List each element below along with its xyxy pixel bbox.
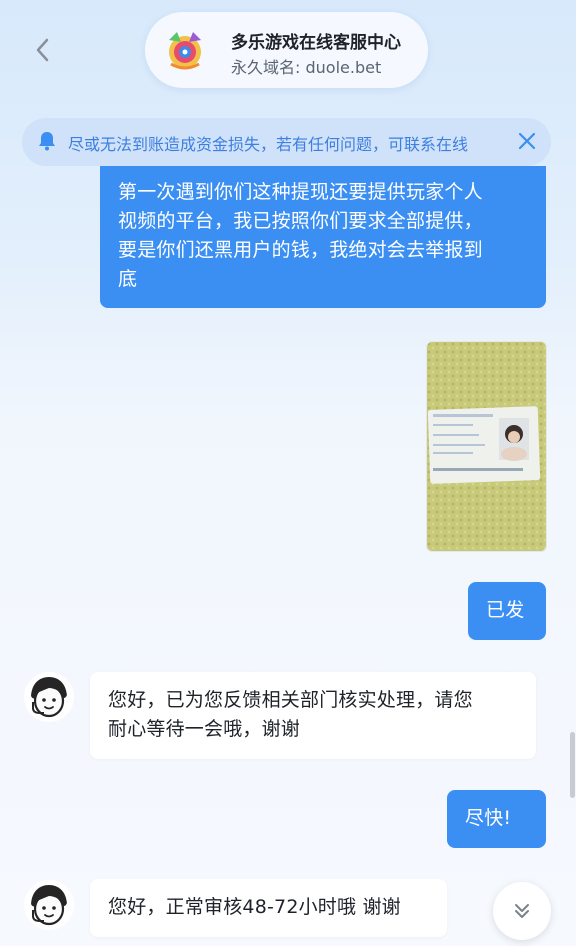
id-card-photo [427,342,546,551]
user-message: 尽快! [447,790,546,848]
user-message: 第一次遇到你们这种提现还要提供玩家个人 视频的平台，我已按照你们要求全部提供， … [100,166,546,308]
notice-banner: 尽或无法到账造成资金损失，若有任何问题，可联系在线 [22,118,551,166]
message-line: 耐心等待一会哦，谢谢 [108,718,301,740]
user-image-message[interactable] [426,341,547,552]
bell-icon [39,132,55,151]
message-line: 已发 [486,599,525,621]
agent-avatar-icon [24,672,74,722]
service-title: 多乐游戏在线客服中心 [231,33,401,53]
message-line: 您好，正常审核48-72小时哦 谢谢 [108,896,401,918]
message-line: 视频的平台，我已按照你们要求全部提供， [118,210,483,232]
message-line: 您好，已为您反馈相关部门核实处理，请您 [108,689,473,711]
back-button[interactable] [30,36,58,64]
close-icon[interactable] [517,131,537,151]
message-line: 要是你们还黑用户的钱，我绝对会去举报到 [118,239,483,261]
message-line: 第一次遇到你们这种提现还要提供玩家个人 [118,181,483,203]
scrollbar-thumb[interactable] [570,732,575,798]
agent-message: 您好，正常审核48-72小时哦 谢谢 [90,879,447,937]
chevron-double-down-icon [515,904,529,918]
user-message: 已发 [468,582,546,640]
agent-avatar-icon [24,880,74,930]
app-logo-icon [169,32,201,70]
agent-message: 您好，已为您反馈相关部门核实处理，请您 耐心等待一会哦，谢谢 [90,672,536,759]
back-arrow-icon [36,38,49,62]
message-line: 尽快! [465,807,512,829]
service-header: 多乐游戏在线客服中心 永久域名: duole.bet [145,12,428,88]
message-line: 底 [118,268,138,290]
notice-text: 尽或无法到账造成资金损失，若有任何问题，可联系在线 [68,135,469,154]
permanent-domain: 永久域名: duole.bet [231,58,382,77]
scroll-to-bottom-button[interactable] [493,882,551,940]
